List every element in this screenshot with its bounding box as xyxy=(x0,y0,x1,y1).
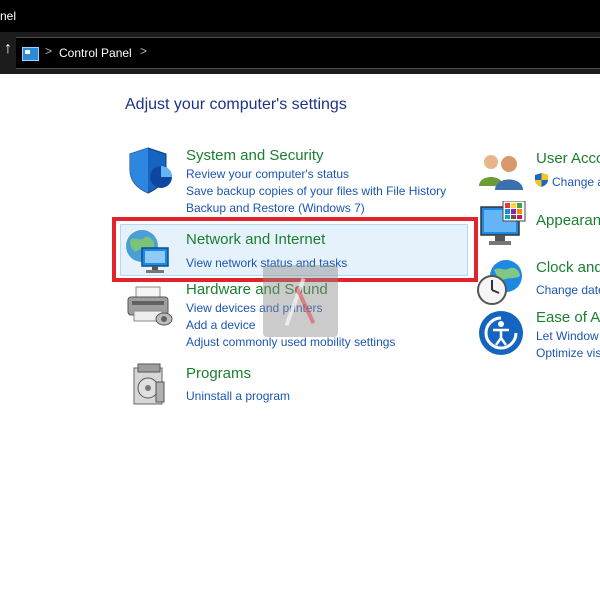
link-add-device[interactable]: Add a device xyxy=(186,318,255,332)
link-uninstall-program[interactable]: Uninstall a program xyxy=(186,389,290,403)
category-system-security[interactable]: System and Security xyxy=(186,147,324,164)
clock-globe-icon[interactable] xyxy=(476,258,524,306)
page-title: Adjust your computer's settings xyxy=(125,96,347,113)
link-mobility-settings[interactable]: Adjust commonly used mobility settings xyxy=(186,335,395,349)
up-arrow-icon[interactable]: ↑ xyxy=(0,40,16,70)
programs-box-icon[interactable] xyxy=(130,362,170,408)
link-review-status[interactable]: Review your computer's status xyxy=(186,167,349,181)
breadcrumb-separator[interactable]: > xyxy=(45,44,52,58)
monitor-palette-icon[interactable] xyxy=(479,201,527,249)
category-ease-of-access[interactable]: Ease of A xyxy=(536,309,600,326)
category-programs[interactable]: Programs xyxy=(186,365,251,382)
users-icon[interactable] xyxy=(479,152,523,190)
uac-shield-icon xyxy=(535,173,548,187)
address-bar: ↑ > Control Panel > xyxy=(0,32,600,74)
address-field[interactable]: > Control Panel > xyxy=(16,37,600,69)
link-optimize-visual[interactable]: Optimize vis xyxy=(536,346,600,360)
category-user-accounts[interactable]: User Acco xyxy=(536,150,600,167)
breadcrumb-control-panel[interactable]: Control Panel xyxy=(59,46,132,60)
printer-icon[interactable] xyxy=(126,285,176,329)
category-appearance[interactable]: Appearan xyxy=(536,212,600,229)
link-backup-restore[interactable]: Backup and Restore (Windows 7) xyxy=(186,201,365,215)
link-let-windows[interactable]: Let Window xyxy=(536,329,599,343)
title-bar: nel xyxy=(0,0,600,32)
breadcrumb-separator[interactable]: > xyxy=(140,44,147,58)
category-clock-region[interactable]: Clock and xyxy=(536,259,600,276)
watermark-logo xyxy=(263,265,338,337)
link-change-date[interactable]: Change date xyxy=(536,283,600,297)
category-network-internet[interactable]: Network and Internet xyxy=(186,231,325,248)
control-panel-icon xyxy=(22,47,39,61)
network-globe-icon[interactable] xyxy=(124,228,176,276)
link-change-account[interactable]: Change a xyxy=(552,175,600,189)
link-file-history[interactable]: Save backup copies of your files with Fi… xyxy=(186,184,446,198)
window-title: nel xyxy=(0,9,17,23)
ease-of-access-icon[interactable] xyxy=(478,310,524,356)
shield-icon[interactable] xyxy=(126,146,176,194)
